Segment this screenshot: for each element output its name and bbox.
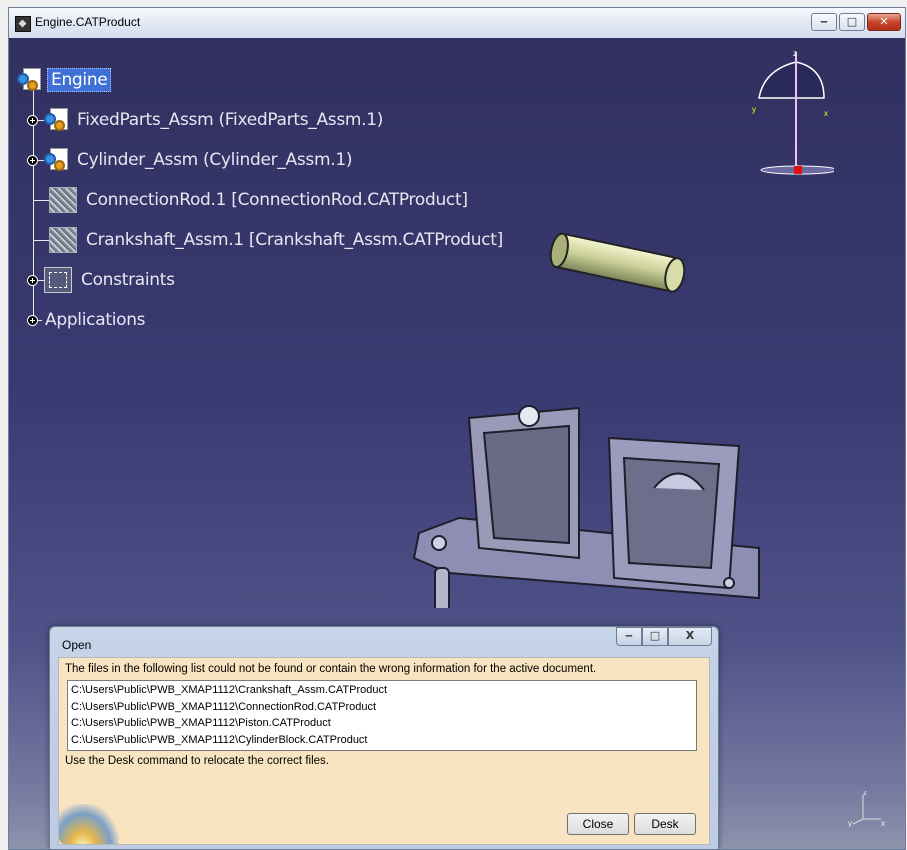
catia-app-icon: [15, 16, 31, 32]
expand-icon[interactable]: [27, 114, 38, 126]
tree-item-crankshaft[interactable]: Crankshaft_Assm.1 [Crankshaft_Assm.CATPr…: [33, 227, 506, 253]
tree-branch: [33, 199, 49, 201]
compass-y-label: y: [752, 105, 756, 114]
constraints-icon: [44, 267, 72, 293]
missing-part-icon: [49, 187, 77, 213]
close-icon: X: [685, 629, 695, 642]
open-dialog: Open ‒ □ X The files in the following li…: [49, 626, 719, 849]
list-item[interactable]: C:\Users\Public\PWB_XMAP1112\Crankshaft_…: [71, 682, 693, 699]
tree-root-label[interactable]: Engine: [47, 68, 112, 92]
tree-item-label[interactable]: Applications: [42, 309, 148, 331]
tree-item-connectionrod[interactable]: ConnectionRod.1 [ConnectionRod.CATProduc…: [33, 187, 471, 213]
tree-item-label[interactable]: FixedParts_Assm (FixedParts_Assm.1): [74, 109, 386, 131]
tree-item-cylinder[interactable]: Cylinder_Assm (Cylinder_Assm.1): [13, 147, 355, 173]
axis-x-label: x: [881, 819, 885, 827]
expand-icon[interactable]: [27, 314, 38, 326]
compass-z-label: z: [793, 49, 797, 58]
tree-item-applications[interactable]: Applications: [13, 307, 148, 333]
tree-item-label[interactable]: Constraints: [78, 269, 178, 291]
minimize-button[interactable]: ‒: [811, 13, 837, 31]
tree-item-label[interactable]: Cylinder_Assm (Cylinder_Assm.1): [74, 149, 355, 171]
close-window-button[interactable]: ✕: [867, 13, 901, 31]
catia-window: Engine.CATProduct ‒ □ ✕ Engine FixedPart…: [8, 7, 906, 850]
axis-y-label: y: [848, 819, 852, 827]
dialog-title: Open: [62, 638, 92, 652]
list-item[interactable]: C:\Users\Public\PWB_XMAP1112\Piston.CATP…: [71, 715, 693, 732]
dialog-hint: Use the Desk command to relocate the cor…: [65, 755, 329, 767]
minimize-icon: ‒: [625, 629, 633, 642]
maximize-icon: □: [846, 15, 858, 28]
minimize-icon: ‒: [820, 15, 828, 28]
dialog-maximize-button[interactable]: □: [642, 627, 668, 646]
window-title: Engine.CATProduct: [35, 15, 141, 29]
product-icon: [44, 148, 68, 172]
dialog-close-x-button[interactable]: X: [668, 627, 712, 646]
compass-icon[interactable]: z y x: [744, 48, 834, 178]
fixed-part-model[interactable]: [399, 398, 769, 608]
expand-icon[interactable]: [27, 154, 38, 166]
specification-tree: Engine FixedParts_Assm (FixedParts_Assm.…: [9, 38, 529, 358]
desk-button[interactable]: Desk: [634, 813, 696, 835]
dialog-message: The files in the following list could no…: [65, 663, 597, 675]
product-icon: [17, 68, 41, 92]
list-item[interactable]: C:\Users\Public\PWB_XMAP1112\CylinderBlo…: [71, 732, 693, 749]
dialog-body: The files in the following list could no…: [58, 657, 710, 845]
close-button[interactable]: Close: [567, 813, 629, 835]
missing-files-list[interactable]: C:\Users\Public\PWB_XMAP1112\Crankshaft_…: [67, 680, 697, 751]
tree-item-label[interactable]: Crankshaft_Assm.1 [Crankshaft_Assm.CATPr…: [83, 229, 506, 251]
dialog-minimize-button[interactable]: ‒: [616, 627, 642, 646]
product-icon: [44, 108, 68, 132]
missing-part-icon: [49, 227, 77, 253]
dialog-glow-decoration: [59, 804, 119, 844]
expand-icon[interactable]: [27, 274, 38, 286]
axis-z-label: z: [863, 791, 867, 797]
dialog-controls: ‒ □ X: [616, 627, 712, 646]
3d-viewport[interactable]: Engine FixedParts_Assm (FixedParts_Assm.…: [9, 38, 905, 849]
window-controls: ‒ □ ✕: [811, 13, 901, 31]
tree-branch: [33, 239, 49, 241]
tree-root-engine[interactable]: Engine: [17, 67, 112, 93]
list-item[interactable]: C:\Users\Public\PWB_XMAP1112\ConnectionR…: [71, 699, 693, 716]
maximize-icon: □: [649, 629, 661, 642]
pin-part-model[interactable]: [544, 228, 694, 298]
axis-triad-icon: z y x: [848, 791, 885, 827]
compass-x-label: x: [824, 109, 828, 118]
close-icon: ✕: [879, 15, 889, 28]
tree-item-label[interactable]: ConnectionRod.1 [ConnectionRod.CATProduc…: [83, 189, 471, 211]
title-bar[interactable]: Engine.CATProduct ‒ □ ✕: [9, 8, 905, 39]
tree-item-constraints[interactable]: Constraints: [13, 267, 178, 293]
maximize-button[interactable]: □: [839, 13, 865, 31]
tree-item-fixedparts[interactable]: FixedParts_Assm (FixedParts_Assm.1): [13, 107, 386, 133]
